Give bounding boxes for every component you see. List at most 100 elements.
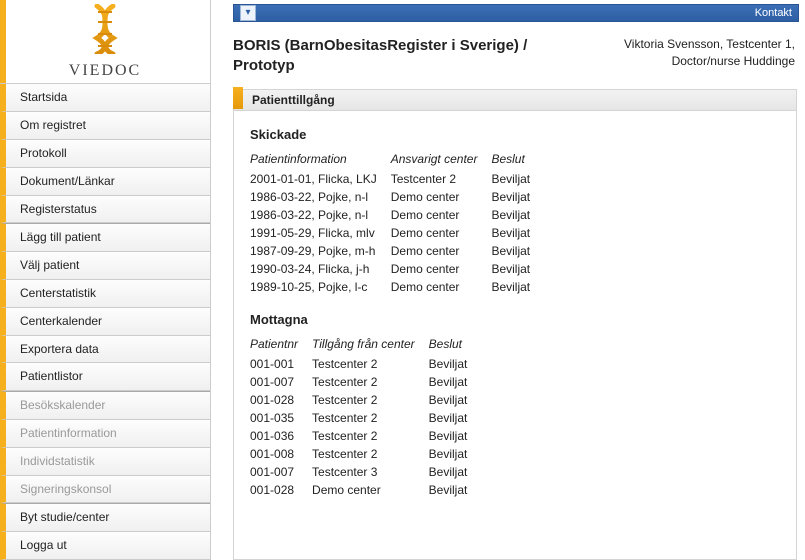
cell: 2001-01-01, Flicka, LKJ <box>250 170 391 188</box>
received-table: PatientnrTillgång från centerBeslut001-0… <box>250 335 481 499</box>
cell: Beviljat <box>429 427 482 445</box>
sidebar-item[interactable]: Registerstatus <box>0 196 210 224</box>
cell: Testcenter 2 <box>312 373 429 391</box>
cell: Beviljat <box>429 373 482 391</box>
cell: Demo center <box>312 481 429 499</box>
received-heading: Mottagna <box>250 312 780 327</box>
sidebar-item[interactable]: Logga ut <box>0 532 210 560</box>
cell: Beviljat <box>491 188 544 206</box>
table-row: 001-028Demo centerBeviljat <box>250 481 481 499</box>
cell: 001-001 <box>250 355 312 373</box>
cell: 1987-09-29, Pojke, m-h <box>250 242 391 260</box>
user-line-1: Viktoria Svensson, Testcenter 1, <box>624 36 795 53</box>
cell: Beviljat <box>429 355 482 373</box>
sidebar-item[interactable]: Startsida <box>0 84 210 112</box>
cell: 1989-10-25, Pojke, l-c <box>250 278 391 296</box>
sidebar-item[interactable]: Välj patient <box>0 252 210 280</box>
cell: 001-028 <box>250 391 312 409</box>
cell: Demo center <box>391 206 492 224</box>
cell: Testcenter 3 <box>312 463 429 481</box>
header-row: BORIS (BarnObesitasRegister i Sverige) /… <box>211 22 805 83</box>
cell: Testcenter 2 <box>391 170 492 188</box>
dropdown-icon[interactable]: ▾ <box>240 5 256 21</box>
sidebar-item: Individstatistik <box>0 448 210 476</box>
cell: Beviljat <box>429 409 482 427</box>
cell: 1990-03-24, Flicka, j-h <box>250 260 391 278</box>
cell: Testcenter 2 <box>312 445 429 463</box>
cell: Beviljat <box>491 278 544 296</box>
sidebar-item[interactable]: Centerstatistik <box>0 280 210 308</box>
table-row: 001-001Testcenter 2Beviljat <box>250 355 481 373</box>
cell: Beviljat <box>491 242 544 260</box>
cell: 1986-03-22, Pojke, n-l <box>250 206 391 224</box>
section-header-wrap: Patienttillgång <box>233 89 797 111</box>
page-title: BORIS (BarnObesitasRegister i Sverige) /… <box>233 36 573 75</box>
cell: Demo center <box>391 188 492 206</box>
cell: 1986-03-22, Pojke, n-l <box>250 188 391 206</box>
app-root: VIEDOC StartsidaOm registretProtokollDok… <box>0 0 805 560</box>
sidebar-item[interactable]: Dokument/Länkar <box>0 168 210 196</box>
cell: Beviljat <box>429 481 482 499</box>
cell: Beviljat <box>491 260 544 278</box>
cell: Demo center <box>391 224 492 242</box>
contact-link[interactable]: Kontakt <box>755 7 792 19</box>
table-row: 2001-01-01, Flicka, LKJTestcenter 2Bevil… <box>250 170 544 188</box>
sidebar: VIEDOC StartsidaOm registretProtokollDok… <box>0 0 211 560</box>
cell: Beviljat <box>429 391 482 409</box>
cell: 001-007 <box>250 373 312 391</box>
topbar: ▾ Kontakt <box>233 4 799 22</box>
content-panel: Skickade PatientinformationAnsvarigt cen… <box>233 111 797 560</box>
sent-heading: Skickade <box>250 127 780 142</box>
sidebar-item: Besökskalender <box>0 391 210 420</box>
brand-name: VIEDOC <box>69 62 141 80</box>
sidebar-item[interactable]: Lägg till patient <box>0 223 210 252</box>
column-header: Patientinformation <box>250 150 391 170</box>
cell: Beviljat <box>491 170 544 188</box>
cell: Demo center <box>391 260 492 278</box>
nav: StartsidaOm registretProtokollDokument/L… <box>0 84 210 560</box>
table-row: 1990-03-24, Flicka, j-hDemo centerBevilj… <box>250 260 544 278</box>
cell: Testcenter 2 <box>312 409 429 427</box>
column-header: Beslut <box>491 150 544 170</box>
cell: Demo center <box>391 278 492 296</box>
sidebar-item[interactable]: Protokoll <box>0 140 210 168</box>
cell: Beviljat <box>491 206 544 224</box>
dna-icon <box>87 4 123 54</box>
sidebar-item: Signeringskonsol <box>0 476 210 504</box>
column-header: Beslut <box>429 335 482 355</box>
sidebar-item[interactable]: Centerkalender <box>0 308 210 336</box>
user-meta: Viktoria Svensson, Testcenter 1, Doctor/… <box>624 36 795 70</box>
cell: Testcenter 2 <box>312 427 429 445</box>
user-line-2: Doctor/nurse Huddinge <box>624 53 795 70</box>
cell: 001-036 <box>250 427 312 445</box>
sent-table: PatientinformationAnsvarigt centerBeslut… <box>250 150 544 296</box>
sidebar-item[interactable]: Om registret <box>0 112 210 140</box>
column-header: Ansvarigt center <box>391 150 492 170</box>
column-header: Tillgång från center <box>312 335 429 355</box>
cell: Testcenter 2 <box>312 355 429 373</box>
brand-accent-stripe <box>0 0 6 83</box>
main: ▾ Kontakt BORIS (BarnObesitasRegister i … <box>211 0 805 560</box>
cell: Testcenter 2 <box>312 391 429 409</box>
cell: Beviljat <box>429 445 482 463</box>
table-row: 1989-10-25, Pojke, l-cDemo centerBevilja… <box>250 278 544 296</box>
sidebar-item[interactable]: Exportera data <box>0 336 210 364</box>
sidebar-item[interactable]: Patientlistor <box>0 363 210 391</box>
table-row: 001-007Testcenter 2Beviljat <box>250 373 481 391</box>
table-row: 1986-03-22, Pojke, n-lDemo centerBevilja… <box>250 206 544 224</box>
cell: Demo center <box>391 242 492 260</box>
cell: Beviljat <box>491 224 544 242</box>
table-row: 1987-09-29, Pojke, m-hDemo centerBevilja… <box>250 242 544 260</box>
table-row: 1986-03-22, Pojke, n-lDemo centerBevilja… <box>250 188 544 206</box>
table-row: 001-028Testcenter 2Beviljat <box>250 391 481 409</box>
cell: 001-035 <box>250 409 312 427</box>
sidebar-item[interactable]: Byt studie/center <box>0 503 210 532</box>
column-header: Patientnr <box>250 335 312 355</box>
cell: 001-028 <box>250 481 312 499</box>
cell: 001-008 <box>250 445 312 463</box>
section-accent <box>233 87 243 109</box>
cell: 1991-05-29, Flicka, mlv <box>250 224 391 242</box>
table-row: 001-035Testcenter 2Beviljat <box>250 409 481 427</box>
sidebar-item: Patientinformation <box>0 420 210 448</box>
table-row: 001-036Testcenter 2Beviljat <box>250 427 481 445</box>
